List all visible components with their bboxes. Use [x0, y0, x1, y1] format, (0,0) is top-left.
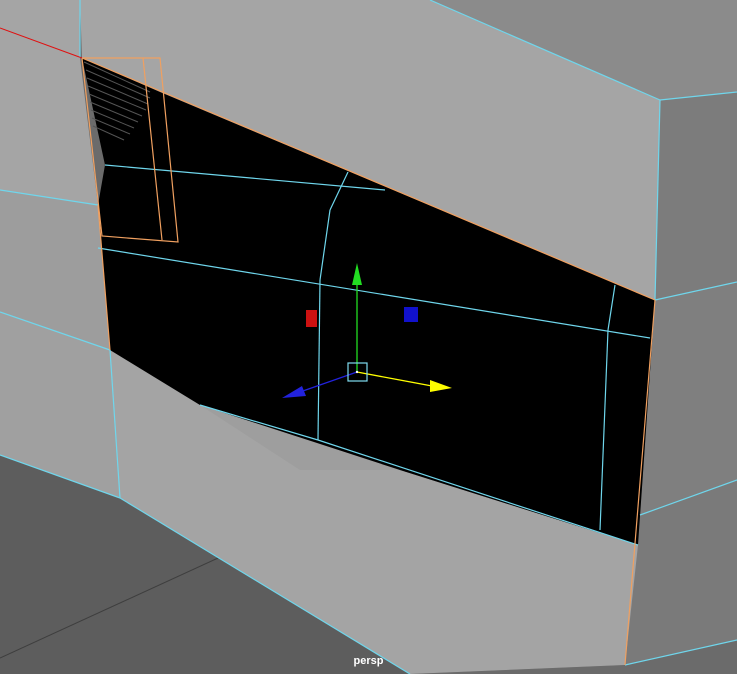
scene-canvas[interactable] — [0, 0, 737, 674]
mesh-face-right-upper[interactable] — [655, 92, 737, 300]
manipulator-pivot — [355, 370, 359, 374]
persp-viewport[interactable]: persp — [0, 0, 737, 674]
plane-handle-blue[interactable] — [404, 307, 418, 322]
camera-name-label: persp — [353, 655, 384, 667]
plane-handle-red[interactable] — [306, 310, 317, 327]
mesh-face-right-mid[interactable] — [640, 282, 737, 515]
